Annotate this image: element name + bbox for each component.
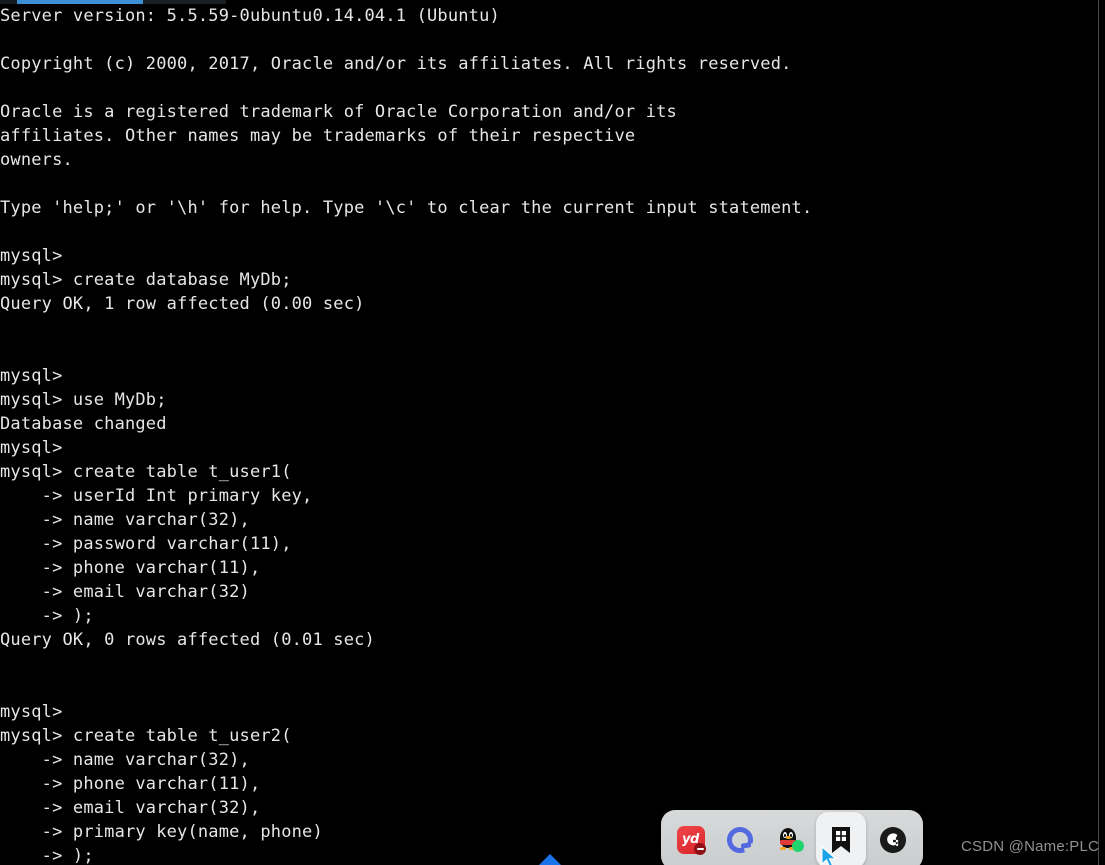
terminal-line: owners. <box>0 150 73 170</box>
terminal-line: -> userId Int primary key, <box>0 486 313 506</box>
terminal-line: mysql> use MyDb; <box>0 390 167 410</box>
youdao-icon: yd <box>677 826 707 855</box>
terminal-line: Query OK, 1 row affected (0.00 sec) <box>0 294 365 314</box>
terminal-line: mysql> create database MyDb; <box>0 270 292 290</box>
terminal-line: Copyright (c) 2000, 2017, Oracle and/or … <box>0 54 792 74</box>
terminal-line: Server version: 5.5.59-0ubuntu0.14.04.1 … <box>0 6 500 26</box>
terminal-line: mysql> create table t_user1( <box>0 462 292 482</box>
terminal-line: -> phone varchar(11), <box>0 558 261 578</box>
terminal-line: mysql> <box>0 246 63 266</box>
terminal-line: mysql> <box>0 702 63 722</box>
bottom-indicator-chevron <box>539 854 561 865</box>
terminal-line: -> email varchar(32), <box>0 798 261 818</box>
dock-item-quark-browser[interactable] <box>718 818 762 862</box>
terminal-line: -> name varchar(32), <box>0 510 250 530</box>
terminal-line: Type 'help;' or '\h' for help. Type '\c'… <box>0 198 813 218</box>
terminal-line: affiliates. Other names may be trademark… <box>0 126 636 146</box>
qq-icon-foot-left <box>779 847 786 850</box>
youdao-icon-badge <box>694 843 707 855</box>
quark-icon <box>727 827 755 853</box>
bookmark-icon <box>828 826 854 854</box>
mysql-terminal-output[interactable]: Server version: 5.5.59-0ubuntu0.14.04.1 … <box>0 4 1098 865</box>
terminal-line: mysql> <box>0 438 63 458</box>
qq-icon-status-dot <box>791 840 804 852</box>
terminal-line: -> ); <box>0 606 94 626</box>
screen-right-border <box>1098 0 1105 865</box>
terminal-line: -> email varchar(32) <box>0 582 250 602</box>
qq-icon-beak <box>785 836 791 839</box>
terminal-line: -> password varchar(11), <box>0 534 292 554</box>
terminal-line: -> primary key(name, phone) <box>0 822 323 842</box>
dock-item-logitech-options[interactable] <box>871 818 915 862</box>
qq-penguin-icon <box>774 825 804 855</box>
logitech-g-icon <box>879 827 906 853</box>
terminal-line: -> phone varchar(11), <box>0 774 261 794</box>
dock-item-bookmark-app[interactable] <box>815 812 866 865</box>
taskbar-dock[interactable]: yd <box>661 810 923 865</box>
terminal-line: -> name varchar(32), <box>0 750 250 770</box>
terminal-line: mysql> create table t_user2( <box>0 726 292 746</box>
dock-item-qq-messenger[interactable] <box>767 818 811 862</box>
screen: Server version: 5.5.59-0ubuntu0.14.04.1 … <box>0 0 1105 865</box>
csdn-watermark: CSDN @Name:PLC <box>961 838 1100 855</box>
dock-item-youdao-dictionary[interactable]: yd <box>669 818 713 862</box>
terminal-line: Oracle is a registered trademark of Orac… <box>0 102 677 122</box>
terminal-line: Database changed <box>0 414 167 434</box>
terminal-line: Query OK, 0 rows affected (0.01 sec) <box>0 630 375 650</box>
terminal-line: mysql> <box>0 366 63 386</box>
